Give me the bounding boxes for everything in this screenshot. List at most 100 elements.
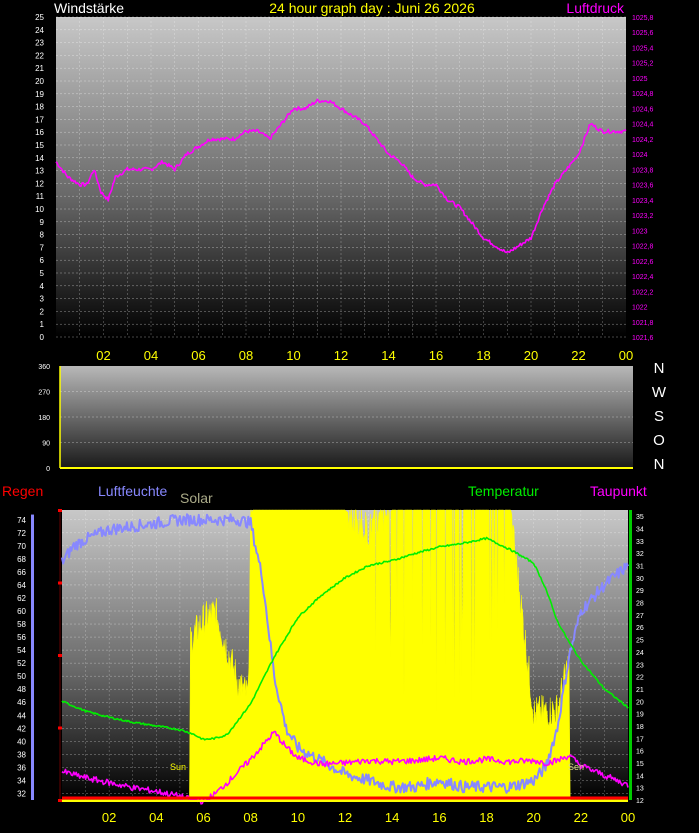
x-tick-label: 04 [144, 348, 158, 363]
x-tick-label: 22 [574, 810, 588, 825]
left-tick-label: 21 [35, 64, 44, 73]
humidity-tick-label: 74 [17, 516, 26, 525]
left-tick-label: 13 [35, 167, 44, 176]
right-tick-label: 1025,8 [632, 15, 654, 22]
left-tick-label: 0 [40, 333, 45, 342]
temperature-tick-label: 32 [636, 551, 644, 558]
direction-tick-label: 360 [38, 364, 50, 371]
x-tick-label: 12 [334, 348, 348, 363]
humidity-tick-label: 56 [17, 633, 26, 642]
temperature-tick-label: 15 [636, 761, 644, 768]
humidity-tick-label: 68 [17, 555, 26, 564]
direction-tick-label: 180 [38, 415, 50, 422]
humidity-tick-label: 52 [17, 659, 26, 668]
compass-label: N [654, 456, 665, 473]
left-tick-label: 15 [35, 141, 44, 150]
humidity-tick-label: 42 [17, 724, 26, 733]
rain-tick-mark [58, 509, 62, 512]
x-tick-label: 02 [102, 810, 116, 825]
right-tick-label: 1024 [632, 152, 648, 159]
right-tick-label: 1022 [632, 305, 648, 312]
left-tick-label: 22 [35, 51, 44, 60]
right-tick-label: 1023,4 [632, 198, 654, 205]
left-tick-label: 1 [40, 320, 45, 329]
humidity-tick-label: 32 [17, 789, 26, 798]
humidity-tick-label: 34 [17, 776, 26, 785]
humidity-tick-label: 62 [17, 594, 26, 603]
compass-label: W [652, 384, 667, 401]
rain-tick-mark [58, 654, 62, 657]
luftfeuchte-label: Luftfeuchte [98, 483, 167, 499]
right-tick-label: 1023 [632, 228, 648, 235]
left-tick-label: 19 [35, 90, 44, 99]
right-tick-label: 1022,8 [632, 244, 654, 251]
x-tick-label: 20 [526, 810, 540, 825]
right-tick-label: 1023,6 [632, 183, 654, 190]
right-tick-label: 1024,6 [632, 106, 654, 113]
right-tick-label: 1022,2 [632, 289, 654, 296]
temperature-tick-label: 26 [636, 625, 644, 632]
temperature-tick-label: 14 [636, 773, 644, 780]
temperature-tick-label: 13 [636, 786, 644, 793]
humidity-tick-label: 70 [17, 542, 26, 551]
humidity-tick-label: 60 [17, 607, 26, 616]
x-tick-label: 02 [96, 348, 110, 363]
left-tick-label: 5 [40, 269, 45, 278]
left-tick-label: 18 [35, 103, 44, 112]
temperature-tick-label: 25 [636, 638, 644, 645]
x-tick-label: 14 [385, 810, 399, 825]
humidity-tick-label: 64 [17, 581, 26, 590]
left-tick-label: 3 [40, 295, 45, 304]
x-tick-label: 08 [243, 810, 257, 825]
left-tick-label: 4 [40, 282, 45, 291]
sunrise-marker: Sun [170, 762, 186, 772]
x-tick-label: 10 [286, 348, 300, 363]
temperature-tick-label: 34 [636, 527, 644, 534]
humidity-tick-label: 66 [17, 568, 26, 577]
temperature-tick-label: 22 [636, 675, 644, 682]
compass-label: S [654, 408, 664, 425]
temperature-tick-label: 33 [636, 539, 644, 546]
left-tick-label: 7 [40, 243, 45, 252]
humidity-tick-label: 40 [17, 737, 26, 746]
windstaerke-label: Windstärke [54, 0, 124, 16]
humidity-tick-label: 72 [17, 529, 26, 538]
x-tick-label: 10 [291, 810, 305, 825]
left-tick-label: 10 [35, 205, 44, 214]
x-tick-label: 08 [239, 348, 253, 363]
left-tick-label: 6 [40, 256, 45, 265]
temperatur-label: Temperatur [468, 483, 539, 499]
direction-tick-label: 270 [38, 390, 50, 397]
right-tick-label: 1025,4 [632, 45, 654, 52]
temperature-tick-label: 21 [636, 687, 644, 694]
right-tick-label: 1024,4 [632, 122, 654, 129]
taupunkt-label: Taupunkt [590, 483, 647, 499]
weather-graph: Windstärke 24 hour graph day : Juni 26 2… [0, 0, 699, 833]
right-tick-label: 1025 [632, 76, 648, 83]
right-tick-label: 1025,2 [632, 61, 654, 68]
left-tick-label: 11 [36, 192, 45, 201]
temperature-tick-label: 17 [636, 736, 644, 743]
temperature-tick-label: 16 [636, 749, 644, 756]
regen-label: Regen [2, 483, 43, 499]
humidity-tick-label: 36 [17, 763, 26, 772]
temperature-tick-label: 18 [636, 724, 644, 731]
x-tick-label: 14 [381, 348, 395, 363]
humidity-tick-label: 50 [17, 672, 26, 681]
humidity-axis-bar [31, 514, 34, 800]
right-tick-label: 1022,4 [632, 274, 654, 281]
x-tick-label: 00 [621, 810, 635, 825]
left-tick-label: 16 [35, 128, 44, 137]
temperature-tick-label: 24 [636, 650, 644, 657]
compass-label: N [654, 360, 665, 377]
left-tick-label: 14 [35, 154, 44, 163]
x-tick-label: 06 [191, 348, 205, 363]
temperature-tick-label: 27 [636, 613, 644, 620]
left-tick-label: 8 [40, 231, 45, 240]
temperature-tick-label: 12 [636, 798, 644, 805]
left-tick-label: 17 [35, 115, 44, 124]
temperature-tick-label: 28 [636, 601, 644, 608]
humidity-tick-label: 48 [17, 685, 26, 694]
solar-label: Solar [180, 490, 213, 506]
x-tick-label: 18 [479, 810, 493, 825]
